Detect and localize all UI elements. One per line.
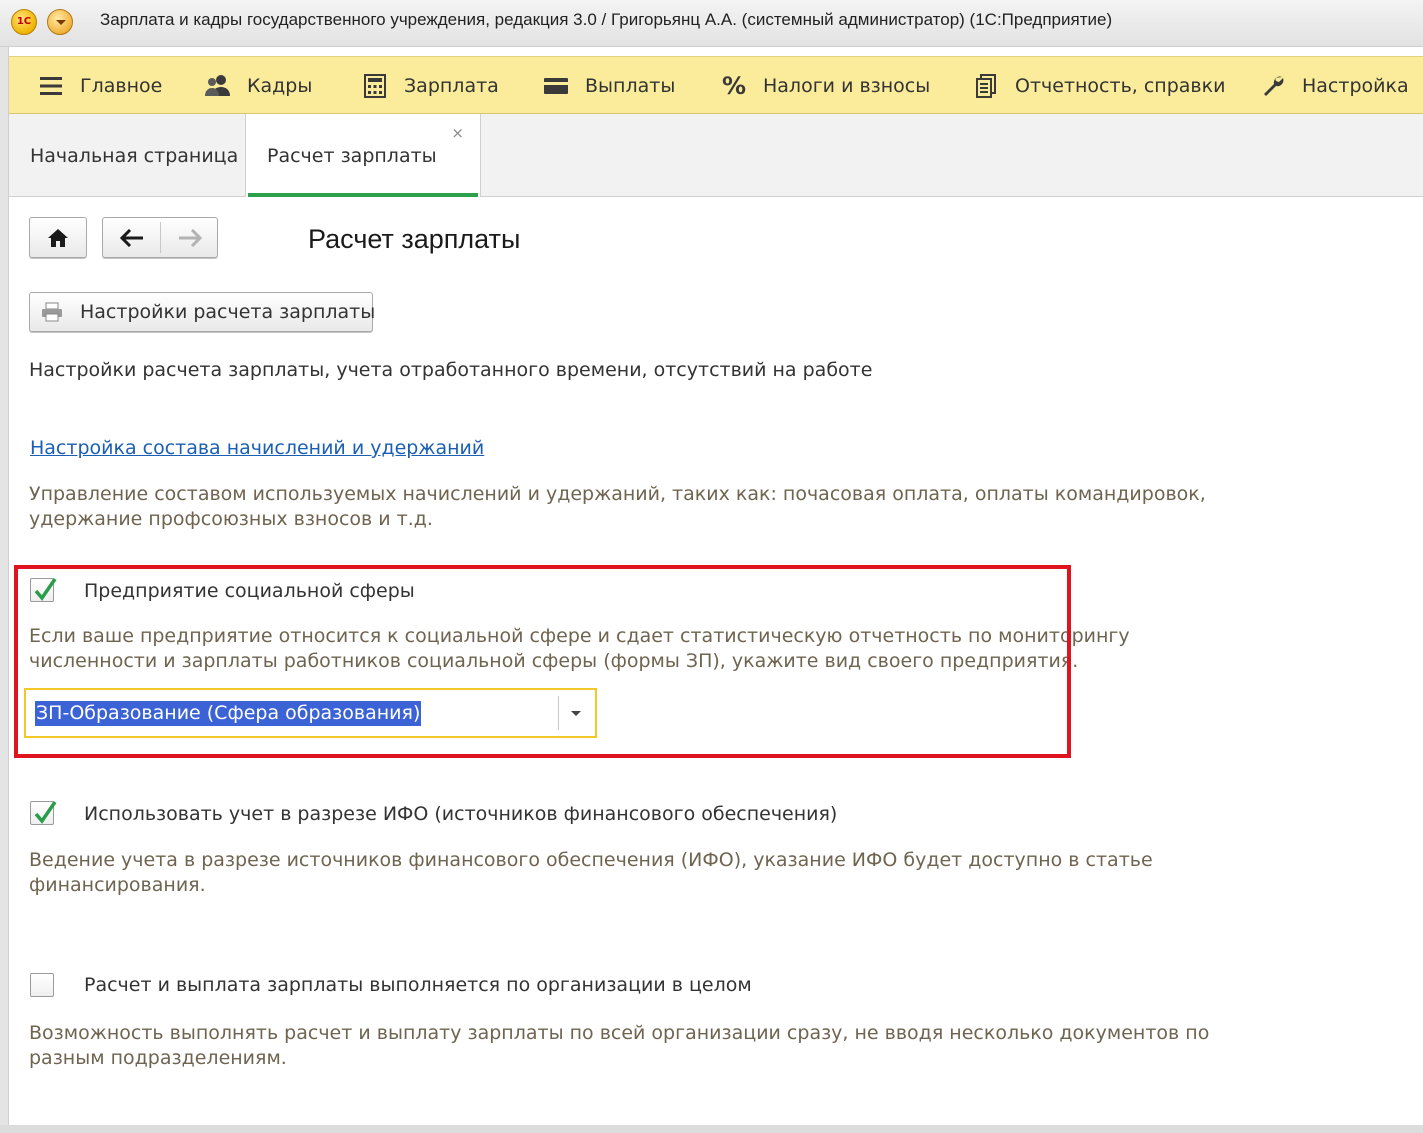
menu-item-label: Налоги и взносы	[763, 75, 931, 97]
window-left-border	[0, 47, 9, 1133]
whole-org-hint-line-1: Возможность выполнять расчет и выплату з…	[29, 1022, 1210, 1044]
window-titlebar: 1С Зарплата и кадры государственного учр…	[0, 0, 1423, 47]
highlight-frame	[14, 565, 1071, 758]
home-button[interactable]	[29, 217, 87, 258]
menu-item-payments[interactable]: Выплаты	[541, 57, 675, 115]
people-icon	[203, 71, 233, 101]
accruals-hint-line-1: Управление составом используемых начисле…	[29, 483, 1206, 505]
window-title: Зарплата и кадры государственного учрежд…	[100, 10, 1113, 29]
hamburger-icon	[36, 71, 66, 101]
back-button[interactable]	[103, 218, 161, 257]
menu-item-label: Кадры	[247, 75, 313, 97]
whole-org-checkbox[interactable]	[30, 973, 54, 997]
whole-org-label[interactable]: Расчет и выплата зарплаты выполняется по…	[84, 974, 752, 996]
home-icon	[48, 228, 68, 247]
accruals-hint-line-2: удержание профсоюзных взносов и т.д.	[29, 508, 433, 530]
app-menu-icon[interactable]	[47, 9, 73, 35]
ifo-hint-line-1: Ведение учета в разрезе источников финан…	[29, 849, 1153, 871]
menu-item-label: Зарплата	[404, 75, 499, 97]
salary-settings-label: Настройки расчета зарплаты	[80, 301, 376, 323]
menu-item-label: Отчетность, справки	[1015, 75, 1226, 97]
menu-item-label: Настройка	[1302, 75, 1409, 97]
app-logo-icon[interactable]: 1С	[11, 9, 37, 35]
tab-label: Расчет зарплаты	[267, 144, 437, 167]
menu-item-label: Выплаты	[585, 75, 676, 97]
whole-org-hint-line-2: разным подразделениям.	[29, 1047, 287, 1069]
forward-button[interactable]	[161, 218, 219, 257]
printer-icon	[41, 300, 63, 324]
percent-icon: %	[721, 72, 747, 100]
checkmark-icon	[34, 801, 57, 824]
arrow-right-icon	[179, 228, 202, 247]
tab-label: Начальная страница	[30, 144, 239, 167]
history-nav-group	[102, 217, 218, 258]
menu-item-label: Главное	[80, 75, 163, 97]
main-menu-bar: Главное Кадры Зарплата Выплаты % Налоги …	[9, 56, 1423, 114]
reports-icon	[971, 71, 1001, 101]
menu-item-salary[interactable]: Зарплата	[360, 57, 499, 115]
close-icon[interactable]: ×	[451, 126, 464, 141]
menu-item-main[interactable]: Главное	[36, 57, 162, 115]
menu-item-hr[interactable]: Кадры	[203, 57, 312, 115]
ifo-hint-line-2: финансирования.	[29, 874, 206, 896]
window-bottom-border	[0, 1125, 1423, 1133]
calculator-icon	[360, 71, 390, 101]
wrench-icon	[1258, 71, 1288, 101]
menu-item-taxes[interactable]: % Налоги и взносы	[719, 57, 930, 115]
ifo-checkbox[interactable]	[30, 801, 57, 825]
settings-description: Настройки расчета зарплаты, учета отрабо…	[29, 359, 873, 381]
wallet-icon	[541, 71, 571, 101]
tab-home-page[interactable]: Начальная страница	[9, 114, 246, 197]
menu-item-settings[interactable]: Настройка	[1258, 57, 1409, 115]
ifo-label[interactable]: Использовать учет в разрезе ИФО (источни…	[84, 803, 837, 825]
tab-salary-calculation[interactable]: Расчет зарплаты ×	[246, 114, 481, 197]
open-tabs-bar: Начальная страница Расчет зарплаты ×	[9, 114, 1423, 197]
accruals-settings-link[interactable]: Настройка состава начислений и удержаний	[30, 437, 484, 459]
menu-item-reports[interactable]: Отчетность, справки	[971, 57, 1225, 115]
page-title: Расчет зарплаты	[308, 224, 521, 254]
salary-settings-button[interactable]: Настройки расчета зарплаты	[29, 292, 376, 332]
arrow-left-icon	[120, 228, 143, 247]
